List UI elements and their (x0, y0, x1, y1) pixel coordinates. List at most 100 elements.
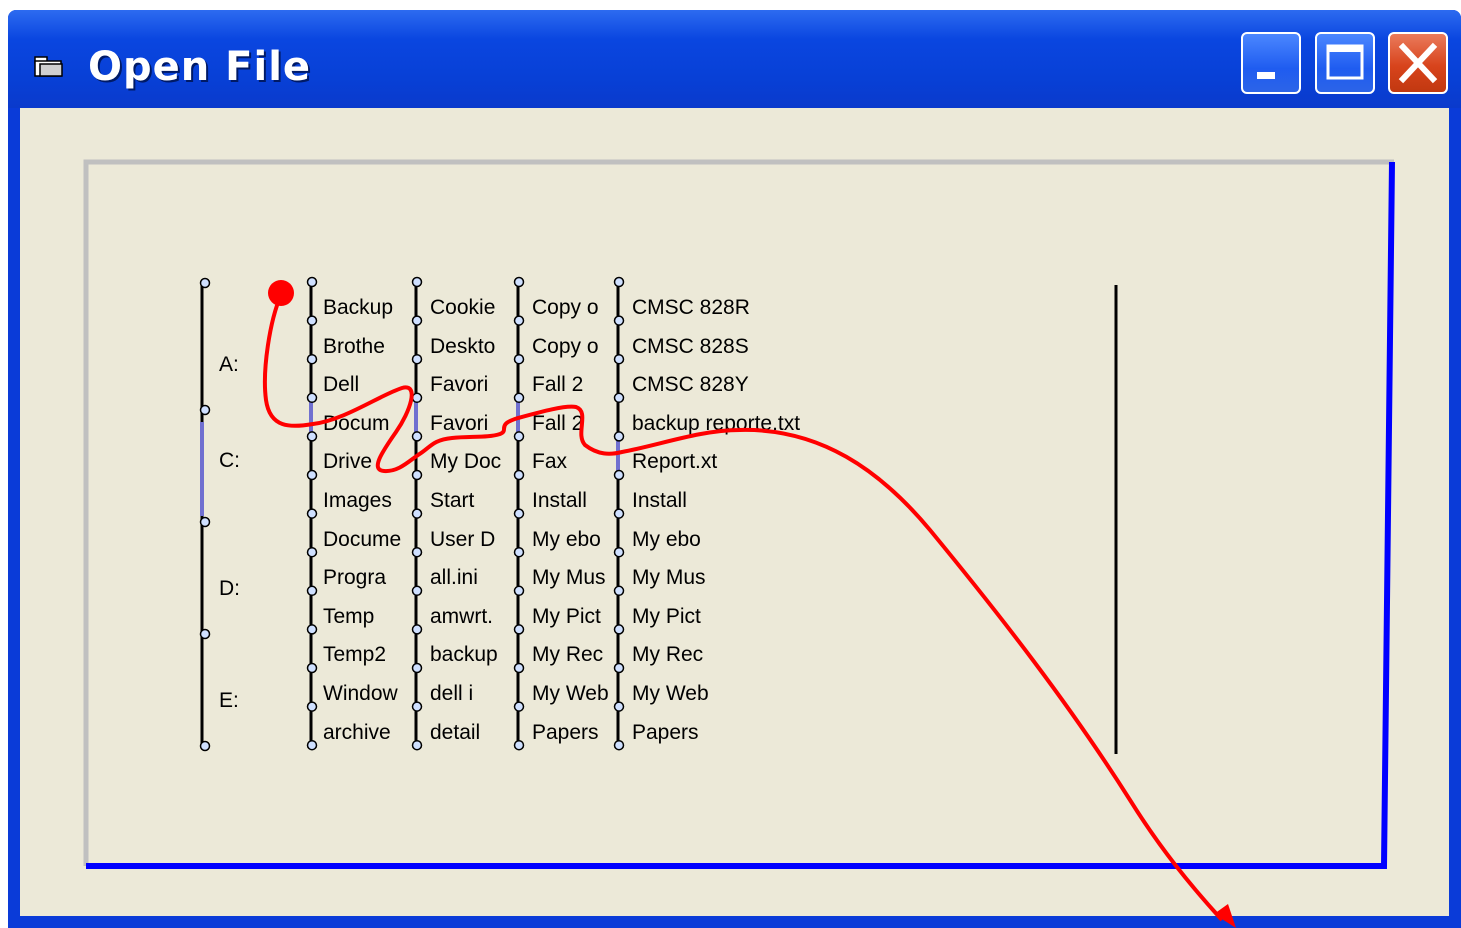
drive-node[interactable] (199, 277, 211, 289)
file-item[interactable]: Deskto (430, 335, 495, 359)
file-item[interactable]: backup reporte.txt (632, 412, 800, 436)
file-item[interactable]: Backup (323, 296, 393, 320)
column-node[interactable] (306, 624, 318, 635)
column-node[interactable] (411, 662, 423, 674)
column-node[interactable] (306, 701, 318, 712)
column-node[interactable] (411, 739, 423, 751)
file-item[interactable]: My ebo (632, 528, 701, 552)
column-node[interactable] (513, 585, 525, 597)
column-node[interactable] (613, 662, 625, 674)
column-node[interactable] (411, 392, 423, 404)
column-node[interactable] (513, 546, 525, 558)
file-item[interactable]: Favori (430, 373, 488, 397)
column-node[interactable] (513, 662, 525, 674)
file-item[interactable]: Start (430, 489, 474, 513)
file-item[interactable]: Copy o (532, 335, 599, 359)
column-node[interactable] (613, 353, 625, 365)
column-node[interactable] (513, 624, 525, 635)
drive-item[interactable]: D: (219, 577, 240, 601)
file-item[interactable]: Images (323, 489, 392, 513)
column-node[interactable] (411, 315, 423, 326)
column-node[interactable] (513, 739, 525, 751)
column-node[interactable] (513, 276, 525, 288)
column-node[interactable] (306, 431, 318, 442)
column-node[interactable] (613, 546, 625, 558)
drive-item[interactable]: C: (219, 449, 240, 473)
file-item[interactable]: archive (323, 721, 391, 745)
file-item[interactable]: My Mus (532, 566, 606, 590)
file-item[interactable]: all.ini (430, 566, 478, 590)
file-item[interactable]: Install (632, 489, 687, 513)
drive-item[interactable]: E: (219, 689, 239, 713)
file-item[interactable]: Dell (323, 373, 359, 397)
column-node[interactable] (613, 585, 625, 597)
column-node[interactable] (411, 353, 423, 365)
file-item[interactable]: My Pict (632, 605, 701, 629)
file-item[interactable]: My Rec (532, 643, 603, 667)
column-node[interactable] (613, 392, 625, 404)
file-item[interactable]: Fall 2 (532, 412, 583, 436)
column-node[interactable] (613, 315, 625, 326)
column-node[interactable] (613, 431, 625, 442)
file-item[interactable]: My Web (532, 682, 609, 706)
file-item[interactable]: My Pict (532, 605, 601, 629)
column-node[interactable] (306, 469, 318, 481)
column-node[interactable] (613, 739, 625, 751)
file-item[interactable]: dell i (430, 682, 473, 706)
column-node[interactable] (306, 353, 318, 365)
file-item[interactable]: Docum (323, 412, 390, 436)
column-node[interactable] (411, 508, 423, 519)
column-node[interactable] (306, 276, 318, 288)
column-node[interactable] (411, 431, 423, 442)
column-node[interactable] (411, 546, 423, 558)
file-item[interactable]: detail (430, 721, 480, 745)
file-item[interactable]: Papers (632, 721, 699, 745)
column-node[interactable] (306, 315, 318, 326)
drive-item[interactable]: A: (219, 353, 239, 377)
drive-node[interactable] (199, 404, 211, 416)
file-item[interactable]: My Rec (632, 643, 703, 667)
file-item[interactable]: backup (430, 643, 498, 667)
file-item[interactable]: CMSC 828R (632, 296, 750, 320)
file-item[interactable]: User D (430, 528, 495, 552)
file-item[interactable]: My Web (632, 682, 709, 706)
column-node[interactable] (513, 469, 525, 481)
file-item[interactable]: Temp2 (323, 643, 386, 667)
file-item[interactable]: Report.xt (632, 450, 717, 474)
file-item[interactable]: Window (323, 682, 398, 706)
column-node[interactable] (411, 469, 423, 481)
column-node[interactable] (411, 624, 423, 635)
column-node[interactable] (306, 508, 318, 519)
column-node[interactable] (411, 585, 423, 597)
column-node[interactable] (306, 392, 318, 404)
column-node[interactable] (306, 662, 318, 674)
column-node[interactable] (306, 585, 318, 597)
column-node[interactable] (613, 508, 625, 519)
file-item[interactable]: Fall 2 (532, 373, 583, 397)
file-item[interactable]: Install (532, 489, 587, 513)
file-item[interactable]: Progra (323, 566, 386, 590)
column-node[interactable] (306, 546, 318, 558)
column-node[interactable] (613, 469, 625, 481)
file-item[interactable]: My Doc (430, 450, 501, 474)
file-item[interactable]: CMSC 828S (632, 335, 749, 359)
file-item[interactable]: My ebo (532, 528, 601, 552)
column-node[interactable] (513, 431, 525, 442)
drive-node[interactable] (199, 628, 211, 640)
file-item[interactable]: Cookie (430, 296, 495, 320)
file-item[interactable]: CMSC 828Y (632, 373, 749, 397)
file-item[interactable]: amwrt. (430, 605, 493, 629)
column-node[interactable] (411, 276, 423, 288)
file-item[interactable]: Drive (323, 450, 372, 474)
column-node[interactable] (306, 739, 318, 751)
column-node[interactable] (513, 701, 525, 712)
column-node[interactable] (513, 392, 525, 404)
file-item[interactable]: Docume (323, 528, 401, 552)
file-item[interactable]: Favori (430, 412, 488, 436)
column-node[interactable] (513, 315, 525, 326)
file-item[interactable]: Fax (532, 450, 567, 474)
file-item[interactable]: My Mus (632, 566, 706, 590)
file-item[interactable]: Temp (323, 605, 374, 629)
column-node[interactable] (513, 353, 525, 365)
column-node[interactable] (613, 624, 625, 635)
